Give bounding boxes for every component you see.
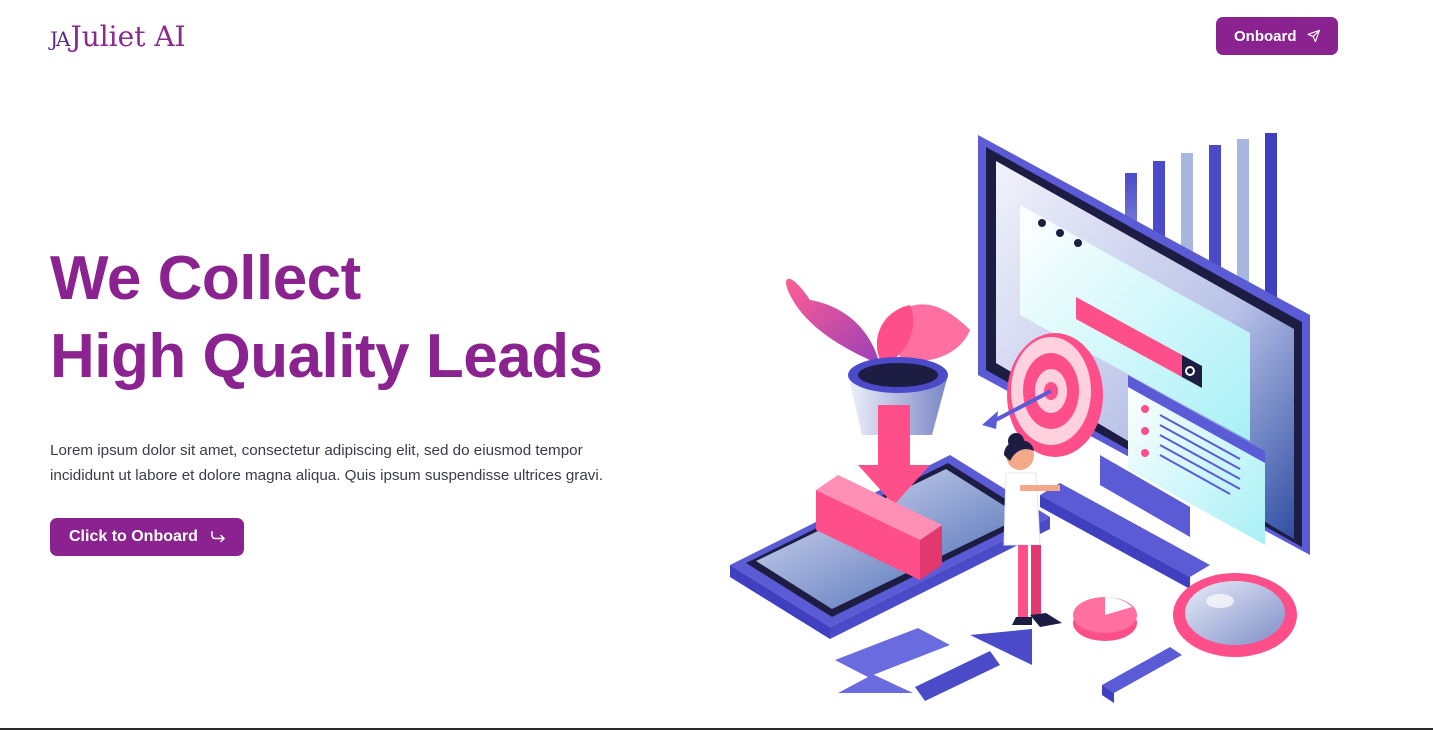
logo-mark: JA [50,27,71,51]
magnifier-graphic [1102,573,1297,703]
onboard-button-label: Onboard [1234,27,1297,45]
logo-text: Juliet AI [70,20,186,53]
click-to-onboard-button[interactable]: Click to Onboard [50,518,244,556]
pie-chart-graphic [1073,597,1137,641]
onboard-button[interactable]: Onboard [1216,17,1338,55]
person-graphic [1003,433,1062,627]
brand-logo[interactable]: JA Juliet AI [50,20,186,53]
hero-description: Lorem ipsum dolor sit amet, consectetur … [50,438,660,488]
hero-description-line-2: incididunt ut labore et dolore magna ali… [50,467,603,484]
hero-section: We Collect High Quality Leads Lorem ipsu… [50,240,690,556]
arrow-return-icon [211,531,225,543]
send-icon [1307,29,1320,43]
hero-title-line-1: We Collect [50,244,361,313]
cta-button-label: Click to Onboard [69,528,198,545]
hero-illustration [730,133,1310,703]
arrows-graphic [835,628,1032,701]
hero-title-line-2: High Quality Leads [50,322,603,391]
hero-description-line-1: Lorem ipsum dolor sit amet, consectetur … [50,442,583,459]
hero-title: We Collect High Quality Leads [50,240,690,396]
